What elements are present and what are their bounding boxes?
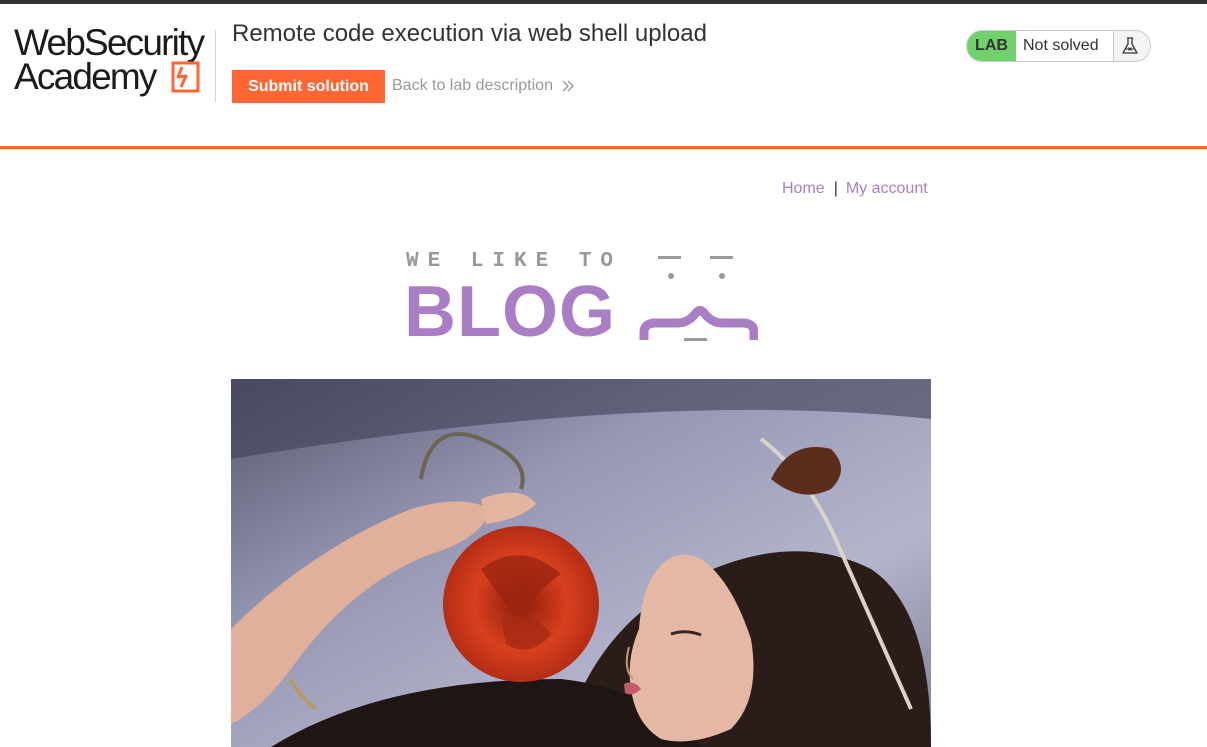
logo-mark-icon: [171, 61, 200, 93]
blog-banner: WE LIKE TO BLOG: [400, 246, 760, 352]
academy-header: WebSecurity Academy Remote code executio…: [0, 4, 1207, 146]
double-chevron-right-icon: [562, 80, 574, 92]
nav-separator: |: [833, 180, 838, 197]
flask-icon: [1122, 37, 1138, 54]
blog-post-image[interactable]: [231, 379, 931, 747]
lab-status-widget: LAB Not solved: [966, 30, 1151, 62]
lab-badge: LAB: [967, 31, 1016, 61]
lab-title: Remote code execution via web shell uplo…: [232, 20, 707, 47]
logo-text-line2: Academy: [14, 56, 157, 97]
header-orange-rule: [0, 146, 1207, 149]
header-divider: [215, 30, 216, 102]
banner-word: BLOG: [404, 272, 616, 352]
blog-face-icon: [639, 256, 758, 341]
banner-kicker: WE LIKE TO: [406, 250, 623, 273]
back-link-label: Back to lab description: [392, 77, 553, 94]
submit-solution-button[interactable]: Submit solution: [232, 70, 385, 103]
back-to-lab-description-link[interactable]: Back to lab description: [392, 77, 574, 95]
post-image-graphic: [231, 379, 931, 747]
web-security-academy-logo[interactable]: WebSecurity Academy: [12, 22, 212, 98]
top-nav: Home | My account: [782, 180, 928, 198]
nav-my-account-link[interactable]: My account: [846, 180, 928, 197]
nav-home-link[interactable]: Home: [782, 180, 825, 197]
lab-status-text: Not solved: [1016, 31, 1114, 61]
